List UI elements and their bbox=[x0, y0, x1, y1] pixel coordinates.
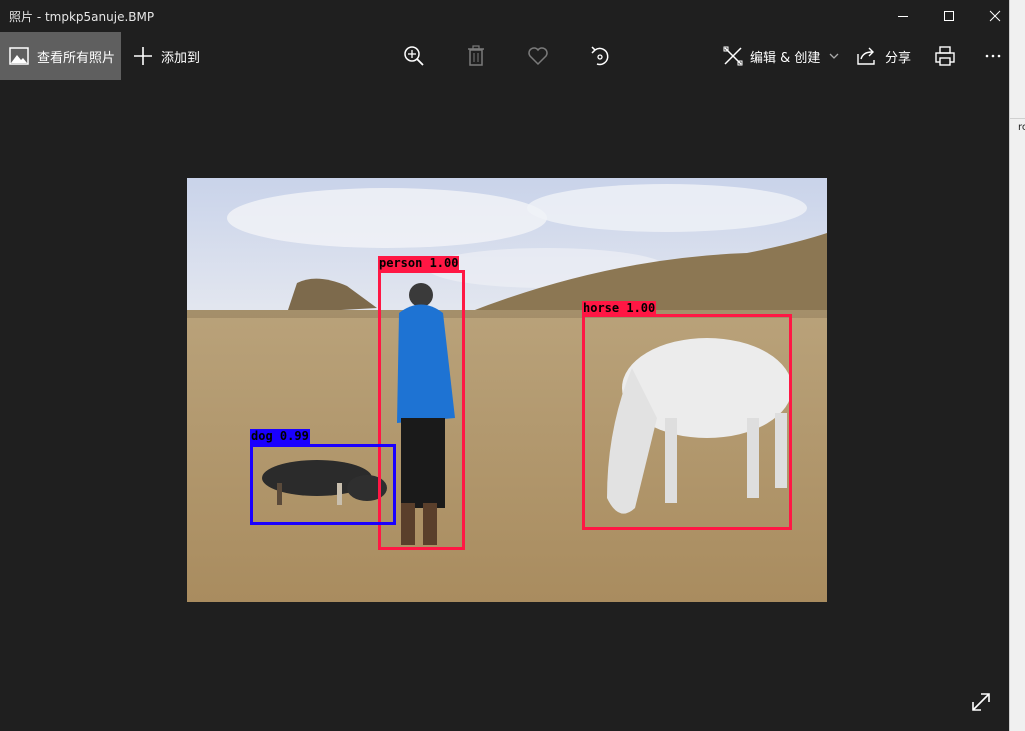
horse-detection-label: horse 1.00 bbox=[582, 301, 657, 316]
maximize-icon bbox=[944, 11, 954, 21]
window-title: 照片 - tmpkp5anuje.BMP bbox=[9, 10, 155, 24]
close-icon bbox=[989, 10, 1001, 22]
minimize-button[interactable] bbox=[880, 0, 926, 32]
share-label: 分享 bbox=[885, 50, 912, 66]
zoom-in-button[interactable] bbox=[394, 32, 434, 80]
print-icon bbox=[935, 46, 955, 66]
add-to-button[interactable]: 添加到 bbox=[133, 32, 200, 80]
minimize-icon bbox=[898, 16, 908, 17]
more-icon bbox=[985, 54, 1001, 58]
photos-icon bbox=[9, 47, 29, 65]
zoom-in-icon bbox=[404, 46, 424, 66]
horse-detection-box bbox=[582, 314, 792, 530]
rotate-icon bbox=[591, 46, 609, 66]
print-button[interactable] bbox=[934, 32, 956, 80]
toolbar: 查看所有照片 添加到 编辑 & 创建 分享 bbox=[0, 32, 1009, 80]
favorite-button[interactable] bbox=[518, 32, 558, 80]
chevron-down-icon bbox=[829, 53, 839, 59]
dog-detection-box bbox=[250, 444, 396, 525]
title-bar: 照片 - tmpkp5anuje.BMP bbox=[0, 0, 1009, 32]
photo-view[interactable]: person 1.00 horse 1.00 dog 0.99 bbox=[187, 178, 827, 602]
more-button[interactable] bbox=[982, 32, 1004, 80]
plus-icon bbox=[133, 46, 153, 66]
background-window-edge: rc bbox=[1009, 0, 1025, 731]
fullscreen-button[interactable] bbox=[968, 689, 994, 715]
background-text-fragment: rc bbox=[1018, 122, 1025, 133]
share-button[interactable]: 分享 bbox=[856, 32, 911, 80]
fullscreen-icon bbox=[972, 693, 990, 711]
favorite-icon bbox=[528, 47, 548, 66]
edit-create-icon bbox=[723, 46, 743, 66]
edit-create-label: 编辑 & 创建 bbox=[750, 50, 821, 66]
view-all-photos-button[interactable]: 查看所有照片 bbox=[0, 32, 121, 80]
rotate-button[interactable] bbox=[580, 32, 620, 80]
share-icon bbox=[857, 47, 875, 65]
maximize-button[interactable] bbox=[926, 0, 972, 32]
person-detection-label: person 1.00 bbox=[378, 256, 460, 271]
dog-detection-label: dog 0.99 bbox=[250, 429, 310, 444]
edit-create-button[interactable]: 编辑 & 创建 bbox=[722, 32, 840, 80]
delete-button[interactable] bbox=[456, 32, 496, 80]
delete-icon bbox=[468, 45, 484, 66]
view-all-photos-label: 查看所有照片 bbox=[37, 50, 116, 66]
add-to-label: 添加到 bbox=[161, 50, 201, 66]
